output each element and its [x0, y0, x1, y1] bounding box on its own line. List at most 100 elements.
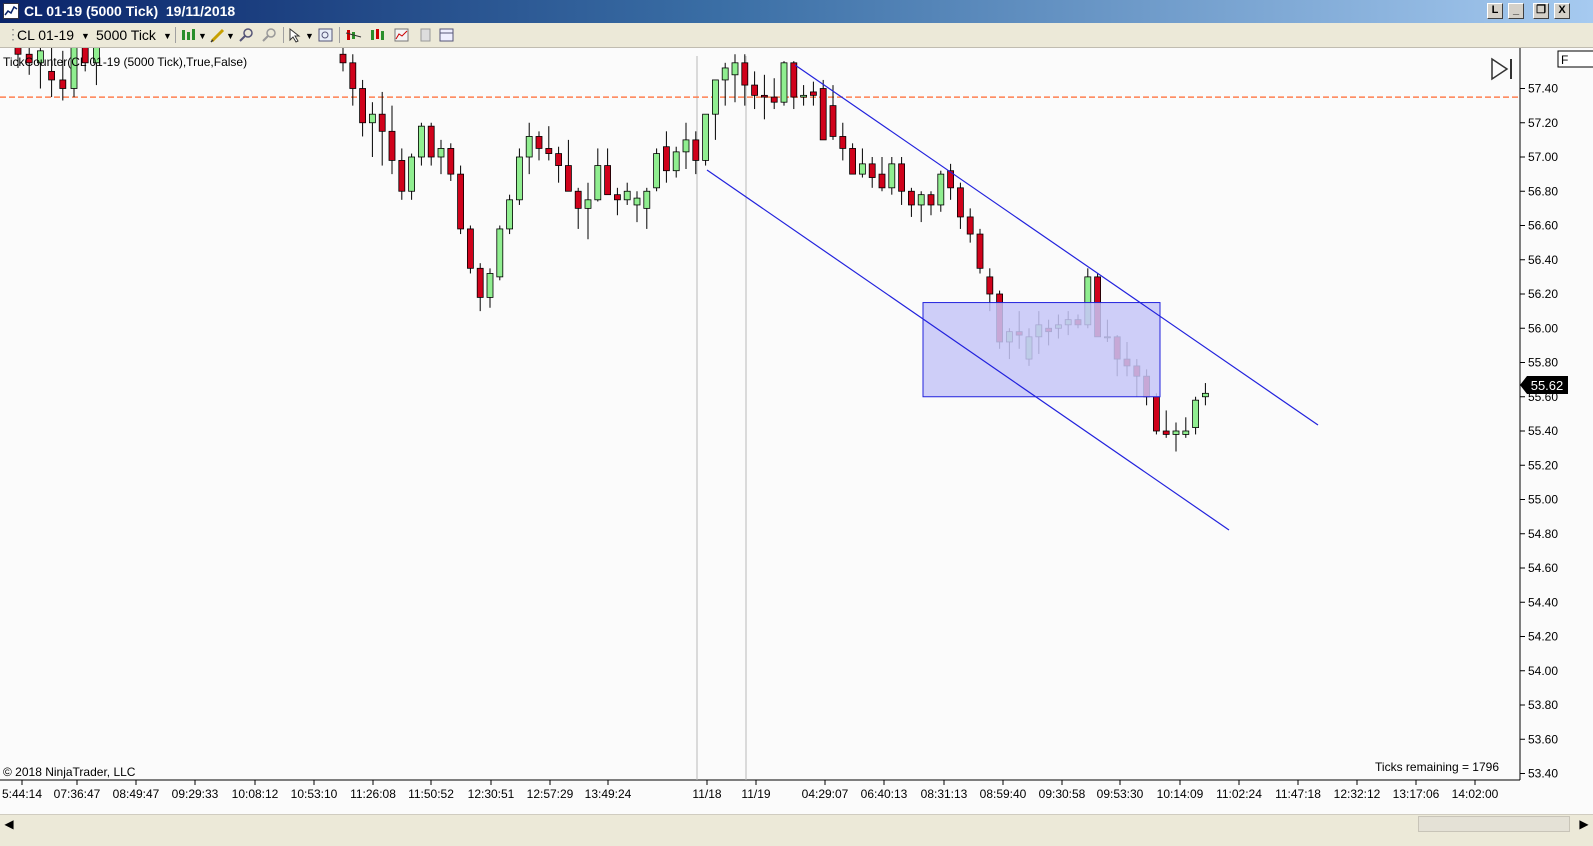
zoom-in-icon[interactable]: [238, 27, 255, 43]
candlestick: [14, 48, 22, 55]
candlestick: [741, 62, 749, 86]
time-axis-label: 09:53:30: [1097, 787, 1144, 801]
time-axis-label: 5:44:14: [2, 787, 42, 801]
data-box-icon[interactable]: [317, 27, 334, 43]
price-chart[interactable]: 57.40 57.20 57.00 56.80 56.60 56.40 56.20 56.00…: [0, 48, 1593, 814]
time-axis-label: 13:17:06: [1393, 787, 1440, 801]
scroll-right-arrow-icon[interactable]: ▶: [1577, 817, 1591, 831]
strategies-icon[interactable]: [369, 27, 386, 43]
candlestick: [633, 197, 641, 206]
candlestick: [486, 273, 494, 298]
indicators-icon[interactable]: [345, 27, 362, 43]
close-button[interactable]: X: [1554, 3, 1570, 19]
time-axis-label: 12:57:29: [527, 787, 574, 801]
price-axis-label: 53.60: [1528, 732, 1558, 746]
candlestick: [59, 79, 67, 89]
time-axis-label: 08:59:40: [980, 787, 1027, 801]
cursor-dropdown-icon[interactable]: ▼: [305, 31, 314, 41]
price-axis-label: 57.20: [1528, 116, 1558, 130]
time-axis-label: 10:08:12: [232, 787, 279, 801]
price-axis-label: 54.40: [1528, 595, 1558, 609]
period-selector[interactable]: 5000 Tick: [96, 27, 156, 43]
candlestick: [516, 156, 523, 201]
candlestick: [770, 96, 778, 103]
chart-plot-area[interactable]: [0, 48, 1520, 780]
period-dropdown-icon[interactable]: ▼: [163, 31, 172, 41]
candlestick: [966, 216, 974, 235]
candlestick: [986, 276, 994, 295]
candlestick: [574, 190, 582, 209]
time-axis-label: 11:47:18: [1275, 787, 1321, 801]
time-axis-label: 10:14:09: [1157, 787, 1204, 801]
time-axis-label: 06:40:13: [861, 787, 908, 801]
candlestick: [672, 151, 680, 172]
time-axis-label: 12:30:51: [468, 787, 515, 801]
restore-button[interactable]: ❐: [1533, 3, 1549, 19]
price-axis-label: 55.20: [1528, 458, 1558, 472]
price-axis-label: 54.20: [1528, 630, 1558, 644]
candlestick: [496, 228, 504, 278]
partial-axis-label: F: [1561, 53, 1568, 67]
price-axis-label: 56.40: [1528, 253, 1558, 267]
title-bar: CL 01-19 (5000 Tick) 19/11/2018 L _ ❐ X: [0, 0, 1593, 23]
pencil-icon[interactable]: [209, 27, 226, 43]
horizontal-scrollbar[interactable]: ◀ ▶: [0, 814, 1593, 833]
time-axis-label: 08:31:13: [921, 787, 968, 801]
chart-properties-icon[interactable]: [393, 27, 410, 43]
price-axis-label: 54.80: [1528, 527, 1558, 541]
candlestick: [594, 165, 602, 201]
region-rectangle[interactable]: [922, 302, 1161, 398]
bar-type-icon[interactable]: [180, 27, 197, 43]
time-axis-label: 13:49:24: [585, 787, 632, 801]
candlestick: [859, 163, 866, 175]
candlestick: [378, 113, 386, 132]
candlestick: [545, 148, 553, 154]
workspace-icon[interactable]: [438, 27, 455, 43]
candlestick: [1172, 430, 1180, 435]
window-title: CL 01-19 (5000 Tick) 19/11/2018: [24, 3, 236, 19]
candlestick: [535, 136, 543, 149]
candlestick: [888, 163, 896, 189]
window-bottom-border: [0, 833, 1593, 846]
price-axis-label: 54.60: [1528, 561, 1558, 575]
candlestick: [692, 139, 700, 161]
candlestick: [447, 148, 455, 175]
cursor-icon[interactable]: [287, 27, 304, 43]
price-axis-label: 54.00: [1528, 664, 1558, 678]
candlestick: [878, 173, 886, 189]
candlestick: [555, 153, 562, 166]
time-axis-label: 11/19: [741, 787, 770, 801]
candlestick: [339, 53, 347, 64]
instrument-selector[interactable]: CL 01-19: [17, 27, 74, 43]
time-axis-label: 11:50:52: [408, 787, 454, 801]
candlestick: [682, 139, 690, 153]
time-axis-label: 08:49:47: [113, 787, 160, 801]
scroll-thumb[interactable]: [1418, 816, 1570, 832]
price-axis-label: 53.80: [1528, 698, 1558, 712]
candlestick: [643, 190, 651, 209]
scroll-left-arrow-icon[interactable]: ◀: [2, 817, 16, 831]
candlestick: [898, 163, 905, 192]
candlestick: [388, 130, 396, 161]
candlestick: [976, 233, 984, 269]
instrument-dropdown-icon[interactable]: ▼: [81, 31, 90, 41]
candlestick: [751, 84, 758, 96]
time-axis-label: 09:30:58: [1039, 787, 1086, 801]
template-icon[interactable]: [417, 27, 434, 43]
candlestick: [457, 173, 465, 230]
candlestick: [927, 194, 935, 206]
candlestick: [937, 173, 945, 206]
minimize-button[interactable]: _: [1508, 3, 1524, 19]
ticks-remaining-text: Ticks remaining = 1796: [1375, 760, 1499, 774]
link-button[interactable]: L: [1487, 3, 1503, 19]
bar-type-dropdown-icon[interactable]: ▼: [198, 31, 207, 41]
candlestick: [653, 153, 660, 189]
price-axis-label: 56.20: [1528, 287, 1558, 301]
zoom-out-icon[interactable]: [261, 27, 278, 43]
toolbar-separator: [339, 27, 340, 43]
price-axis-label: 57.00: [1528, 150, 1558, 164]
candlestick: [408, 156, 416, 192]
candlestick: [1192, 399, 1199, 428]
candlestick: [829, 105, 837, 137]
drawing-dropdown-icon[interactable]: ▼: [226, 31, 235, 41]
